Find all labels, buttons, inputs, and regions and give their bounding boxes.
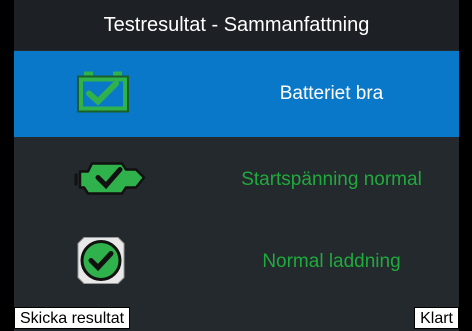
result-label-cranking: Startspänning normal (241, 169, 422, 190)
result-label-charging: Normal laddning (262, 251, 401, 272)
page-title: Testresultat - Sammanfattning (103, 13, 370, 36)
send-results-button[interactable]: Skicka resultat (14, 307, 131, 329)
done-button[interactable]: Klart (414, 307, 459, 329)
title-bar: Testresultat - Sammanfattning (14, 0, 459, 50)
result-row-cranking[interactable]: Startspänning normal (14, 137, 459, 223)
result-label-battery: Batteriet bra (279, 83, 384, 104)
engine-check-icon (74, 158, 148, 203)
battery-check-icon (74, 70, 132, 119)
alternator-check-icon (74, 234, 128, 291)
tester-screen: Testresultat - Sammanfattning Batteriet … (14, 0, 459, 331)
result-row-charging[interactable]: Normal laddning (14, 219, 459, 305)
result-row-battery[interactable]: Batteriet bra (14, 51, 459, 137)
